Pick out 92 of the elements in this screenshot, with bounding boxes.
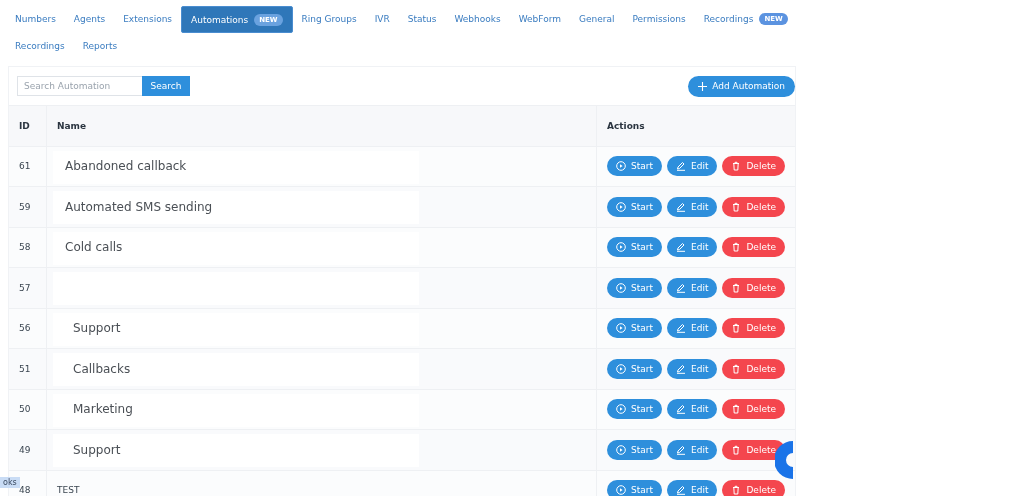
nav-tab[interactable]: Status	[398, 6, 446, 31]
nav-tab[interactable]: Reports	[73, 33, 127, 58]
trash-icon	[731, 161, 742, 172]
edit-button[interactable]: Edit	[667, 277, 718, 298]
id-cell: 57	[19, 282, 31, 293]
id-cell: 50	[19, 404, 31, 415]
play-icon	[616, 201, 626, 212]
play-icon	[616, 242, 626, 253]
add-automation-button[interactable]: Add Automation	[688, 75, 795, 97]
name-cell-text: Marketing	[72, 402, 133, 417]
pencil-icon	[676, 161, 686, 172]
start-button[interactable]: Start	[607, 399, 662, 420]
start-button[interactable]: Start	[607, 318, 662, 339]
pencil-icon	[676, 282, 686, 293]
name-cell-text: Callbacks	[72, 361, 131, 376]
play-icon	[616, 404, 626, 415]
play-icon	[616, 282, 626, 293]
trash-icon	[731, 282, 742, 293]
nav-tab[interactable]: Recordings	[6, 33, 74, 58]
delete-button[interactable]: Delete	[722, 318, 785, 339]
trash-icon	[731, 444, 742, 455]
trash-icon	[731, 404, 742, 415]
delete-button[interactable]: Delete	[722, 480, 785, 496]
name-cell: TEST	[57, 485, 80, 496]
id-cell: 59	[19, 201, 31, 212]
delete-button[interactable]: Delete	[722, 439, 785, 460]
id-cell: 58	[19, 242, 31, 253]
search-field[interactable]: Search Automation	[17, 76, 142, 96]
id-cell: 49	[19, 444, 31, 455]
trash-icon	[731, 363, 742, 374]
nav-tab[interactable]: Webhooks	[445, 6, 510, 31]
delete-button[interactable]: Delete	[722, 237, 785, 258]
edit-button[interactable]: Edit	[667, 318, 718, 339]
search-button[interactable]: Search	[142, 76, 190, 96]
nav-tab[interactable]: Ring Groups	[292, 6, 366, 31]
delete-button[interactable]: Delete	[722, 358, 785, 379]
start-button[interactable]: Start	[607, 277, 662, 298]
column-header: Name	[57, 120, 87, 131]
pencil-icon	[676, 404, 686, 415]
trash-icon	[731, 323, 742, 334]
name-cell-text: Abandoned callback	[64, 159, 187, 174]
pencil-icon	[676, 323, 686, 334]
play-icon	[616, 161, 626, 172]
start-button[interactable]: Start	[607, 237, 662, 258]
start-button[interactable]: Start	[607, 439, 662, 460]
trash-icon	[731, 485, 742, 496]
play-icon	[616, 444, 626, 455]
plus-icon	[698, 81, 708, 91]
name-cell-text: Cold calls	[64, 240, 123, 255]
pencil-icon	[676, 363, 686, 374]
edit-button[interactable]: Edit	[667, 358, 718, 379]
name-cell-text: Support	[72, 442, 121, 457]
pencil-icon	[676, 201, 686, 212]
name-cell-text: Support	[72, 321, 121, 336]
edit-button[interactable]: Edit	[667, 156, 718, 177]
nav-tab[interactable]: Agents	[64, 6, 115, 31]
trash-icon	[731, 201, 742, 212]
pencil-icon	[676, 485, 686, 496]
edit-button[interactable]: Edit	[667, 237, 718, 258]
trash-icon	[731, 242, 742, 253]
nav-tab[interactable]: Extensions	[114, 6, 182, 31]
pencil-icon	[676, 242, 686, 253]
nav-tab[interactable]: Permissions	[623, 6, 695, 31]
nav-tab[interactable]: IVR	[365, 6, 399, 31]
id-cell: 48	[19, 485, 31, 496]
play-icon	[616, 485, 626, 496]
pencil-icon	[676, 444, 686, 455]
edit-button[interactable]: Edit	[667, 399, 718, 420]
start-button[interactable]: Start	[607, 358, 662, 379]
chat-widget-icon[interactable]	[775, 441, 793, 479]
nav-tab[interactable]: WebForm	[509, 6, 570, 31]
play-icon	[616, 323, 626, 334]
nav-tab[interactable]: Numbers	[6, 6, 65, 31]
name-cell-text: Automated SMS sending	[64, 199, 213, 214]
id-cell: 61	[19, 161, 31, 172]
start-button[interactable]: Start	[607, 196, 662, 217]
delete-button[interactable]: Delete	[722, 196, 785, 217]
play-icon	[616, 363, 626, 374]
id-cell: 56	[19, 323, 31, 334]
id-cell: 51	[19, 363, 31, 374]
delete-button[interactable]: Delete	[722, 156, 785, 177]
edit-button[interactable]: Edit	[667, 439, 718, 460]
tooltip: oks	[0, 477, 20, 488]
start-button[interactable]: Start	[607, 156, 662, 177]
start-button[interactable]: Start	[607, 480, 662, 496]
delete-button[interactable]: Delete	[722, 277, 785, 298]
nav-tab[interactable]: General	[570, 6, 624, 31]
column-header: Actions	[607, 120, 645, 131]
column-header: ID	[19, 120, 30, 131]
edit-button[interactable]: Edit	[667, 480, 718, 496]
edit-button[interactable]: Edit	[667, 196, 718, 217]
delete-button[interactable]: Delete	[722, 399, 785, 420]
